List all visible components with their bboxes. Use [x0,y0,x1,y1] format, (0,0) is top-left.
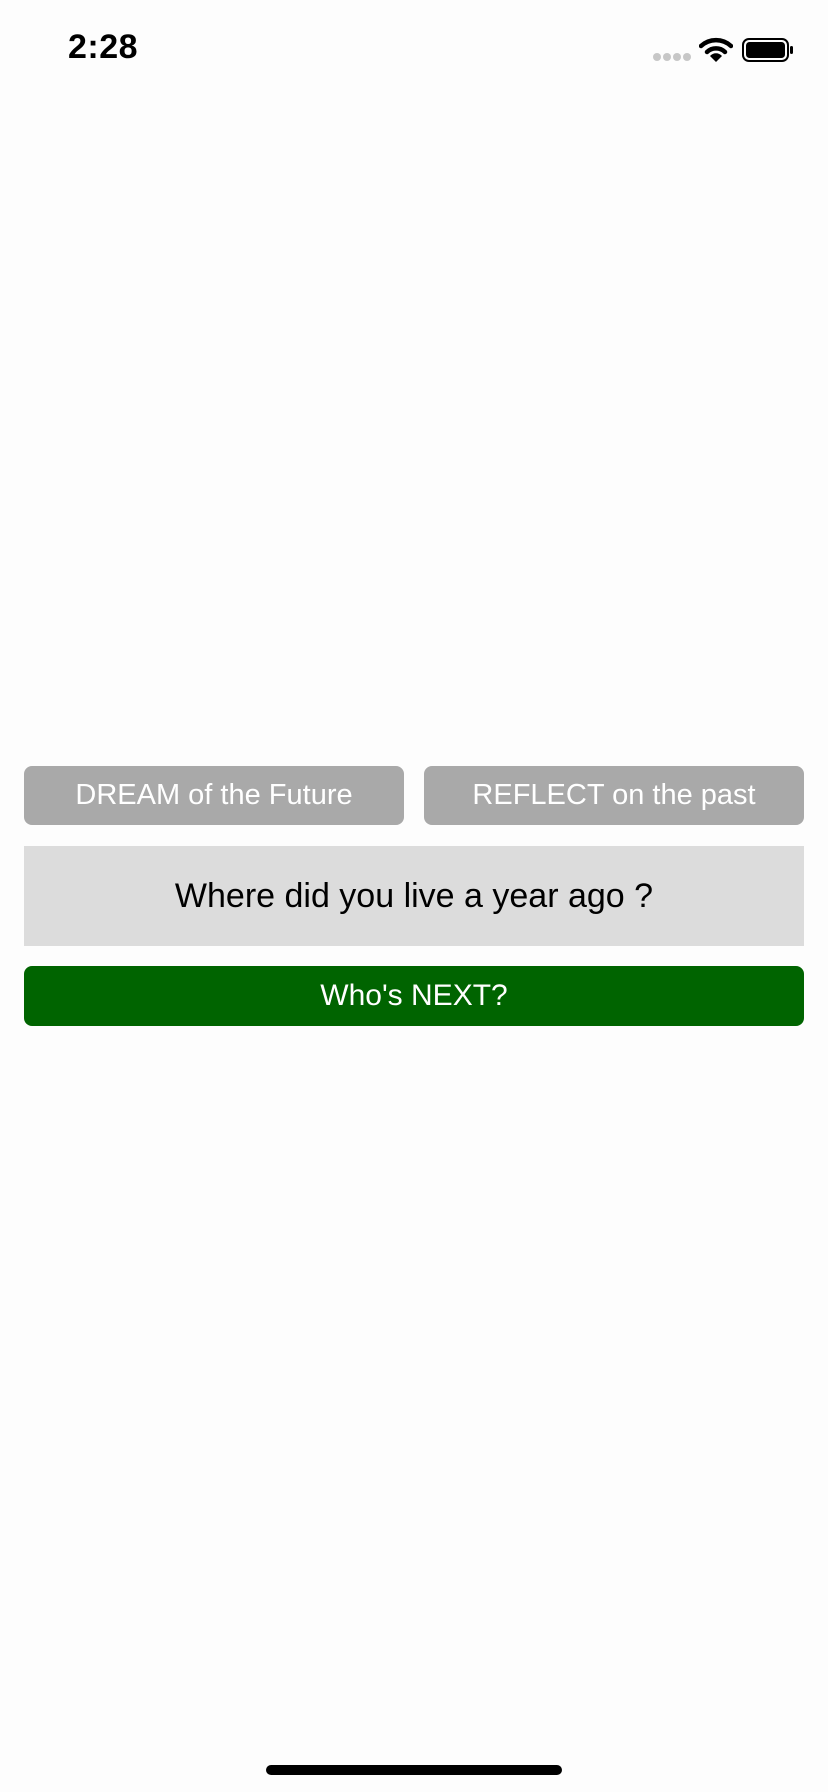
dream-future-button[interactable]: DREAM of the Future [24,766,404,825]
home-indicator[interactable] [266,1765,562,1775]
signal-dots-icon [653,53,691,61]
question-text: Where did you live a year ago ? [174,876,654,915]
wifi-icon [699,37,733,62]
status-time: 2:28 [68,28,139,66]
reflect-past-button[interactable]: REFLECT on the past [424,766,804,825]
battery-icon [742,38,793,62]
question-card: Where did you live a year ago ? [24,846,804,946]
status-bar: 2:28 [0,0,828,100]
next-player-button[interactable]: Who's NEXT? [24,966,804,1026]
